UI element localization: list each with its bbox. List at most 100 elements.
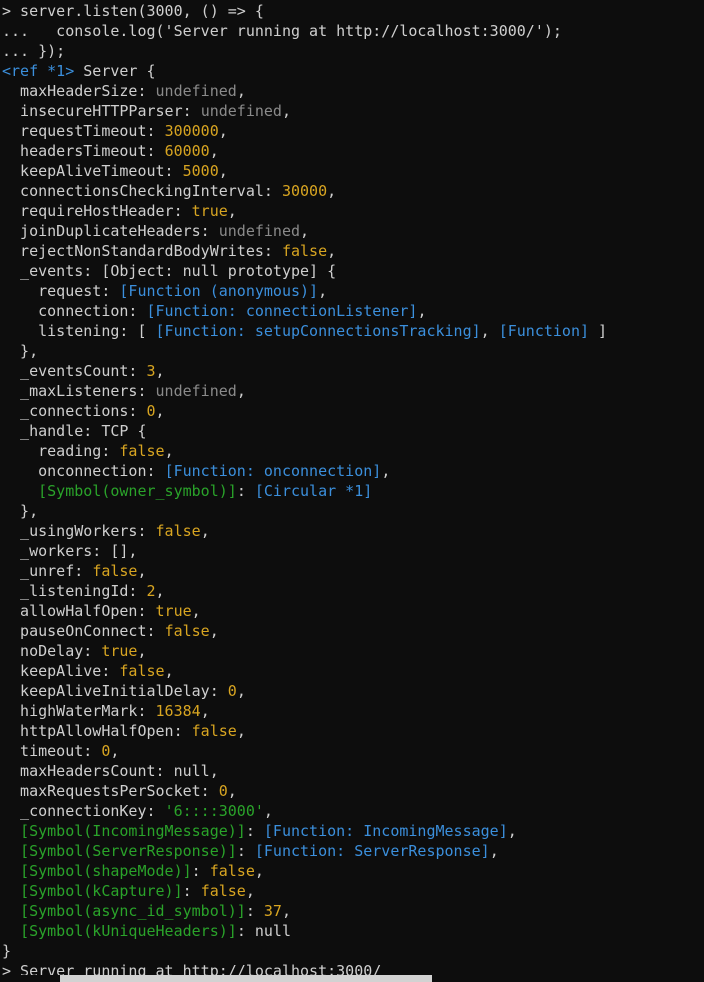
terminal-line: connection: [Function: connectionListene… — [2, 301, 704, 321]
terminal-token: _connectionKey: — [2, 802, 165, 820]
terminal-token: , — [218, 162, 228, 180]
terminal-token: allowHalfOpen: — [2, 602, 156, 620]
terminal-token: [Symbol(IncomingMessage)] — [20, 822, 246, 840]
terminal-token: : — [236, 922, 255, 940]
terminal-line: highWaterMark: 16384, — [2, 701, 704, 721]
terminal-line: headersTimeout: 60000, — [2, 141, 704, 161]
terminal-token: 30000 — [281, 182, 328, 200]
terminal-line: [Symbol(IncomingMessage)]: [Function: In… — [2, 821, 704, 841]
terminal-line: > server.listen(3000, () => { — [2, 1, 704, 21]
terminal-token: 0 — [218, 782, 228, 800]
terminal-token: , — [209, 142, 219, 160]
terminal-token: , — [507, 822, 517, 840]
terminal-token: , — [209, 762, 219, 780]
terminal-token: [Function: connectionListener] — [146, 302, 418, 320]
terminal-line: reading: false, — [2, 441, 704, 461]
terminal-token: , — [236, 682, 246, 700]
terminal-token: 0 — [227, 682, 237, 700]
terminal-line: maxHeadersCount: null, — [2, 761, 704, 781]
terminal-token: [Function (anonymous)] — [119, 282, 319, 300]
terminal-token: maxRequestsPerSocket: — [2, 782, 219, 800]
terminal-token: false — [281, 242, 328, 260]
terminal-token: keepAliveInitialDelay: — [2, 682, 228, 700]
terminal-token: , — [263, 802, 273, 820]
terminal-token: _workers: [], — [2, 542, 138, 560]
terminal-line: pauseOnConnect: false, — [2, 621, 704, 641]
terminal-token: false — [119, 662, 165, 680]
terminal-token: undefined — [218, 222, 301, 240]
terminal-token: false — [119, 442, 165, 460]
terminal-output[interactable]: > server.listen(3000, () => { ... console… — [0, 0, 704, 981]
terminal-token: [Symbol(async_id_symbol)] — [20, 902, 246, 920]
terminal-token: maxHeaderSize: — [2, 82, 156, 100]
terminal-token: pauseOnConnect: — [2, 622, 165, 640]
terminal-token: 2 — [146, 582, 156, 600]
terminal-token: false — [164, 622, 210, 640]
terminal-line: [Symbol(shapeMode)]: false, — [2, 861, 704, 881]
horizontal-scrollbar-track[interactable] — [0, 975, 704, 982]
terminal-token: maxHeadersCount: — [2, 762, 174, 780]
terminal-line: httpAllowHalfOpen: false, — [2, 721, 704, 741]
terminal-token: , — [489, 842, 499, 860]
terminal-token: 37 — [263, 902, 282, 920]
terminal-token: joinDuplicateHeaders: — [2, 222, 219, 240]
terminal-token: , — [300, 222, 310, 240]
terminal-token: null — [254, 922, 291, 940]
terminal-token: 3 — [146, 362, 156, 380]
terminal-token: true — [191, 202, 228, 220]
terminal-token: _unref: — [2, 562, 93, 580]
terminal-token: [Function] — [498, 322, 590, 340]
terminal-line: [Symbol(kUniqueHeaders)]: null — [2, 921, 704, 941]
terminal-token: : — [236, 482, 255, 500]
terminal-token: : — [245, 902, 264, 920]
terminal-token: _eventsCount: — [2, 362, 147, 380]
terminal-token: undefined — [155, 382, 237, 400]
terminal-token: _events: [Object: null prototype] { — [2, 262, 337, 280]
terminal-token: [Function: setupConnectionsTracking] — [155, 322, 481, 340]
terminal-token: , — [227, 782, 237, 800]
terminal-token: , — [155, 402, 165, 420]
terminal-token: highWaterMark: — [2, 702, 156, 720]
terminal-line: <ref *1> Server { — [2, 61, 704, 81]
terminal-line: ... }); — [2, 41, 704, 61]
terminal-line: _unref: false, — [2, 561, 704, 581]
terminal-token: , — [137, 562, 147, 580]
terminal-token: , — [191, 602, 201, 620]
terminal-line: [Symbol(async_id_symbol)]: 37, — [2, 901, 704, 921]
terminal-token: ] — [589, 322, 608, 340]
horizontal-scrollbar-thumb[interactable] — [60, 975, 432, 982]
terminal-line: _eventsCount: 3, — [2, 361, 704, 381]
terminal-line: }, — [2, 341, 704, 361]
terminal-line: maxRequestsPerSocket: 0, — [2, 781, 704, 801]
terminal-line: connectionsCheckingInterval: 30000, — [2, 181, 704, 201]
terminal-token: , — [236, 722, 246, 740]
terminal-token: }, — [2, 342, 39, 360]
terminal-line: requestTimeout: 300000, — [2, 121, 704, 141]
terminal-token: false — [200, 882, 246, 900]
terminal-token: , — [155, 582, 165, 600]
terminal-token: , — [200, 522, 210, 540]
terminal-token: }, — [2, 502, 39, 520]
terminal-token: , — [236, 82, 246, 100]
terminal-line: _connectionKey: '6::::3000', — [2, 801, 704, 821]
terminal-token: , — [281, 102, 291, 120]
terminal-line: maxHeaderSize: undefined, — [2, 81, 704, 101]
terminal-token: requireHostHeader: — [2, 202, 192, 220]
terminal-token: , — [236, 382, 246, 400]
terminal-token: [Symbol(owner_symbol)] — [38, 482, 237, 500]
terminal-token: false — [155, 522, 201, 540]
terminal-token: [Function: ServerResponse] — [254, 842, 490, 860]
terminal-token: timeout: — [2, 742, 102, 760]
terminal-token: , — [200, 702, 210, 720]
terminal-token: , — [164, 442, 174, 460]
terminal-line: insecureHTTPParser: undefined, — [2, 101, 704, 121]
terminal-line: [Symbol(ServerResponse)]: [Function: Ser… — [2, 841, 704, 861]
terminal-line: onconnection: [Function: onconnection], — [2, 461, 704, 481]
terminal-window[interactable]: > server.listen(3000, () => { ... console… — [0, 0, 704, 982]
terminal-token: > server.listen(3000, () => { — [2, 2, 264, 20]
terminal-token: ... console.log('Server running at http:… — [2, 22, 562, 40]
terminal-line: ... console.log('Server running at http:… — [2, 21, 704, 41]
